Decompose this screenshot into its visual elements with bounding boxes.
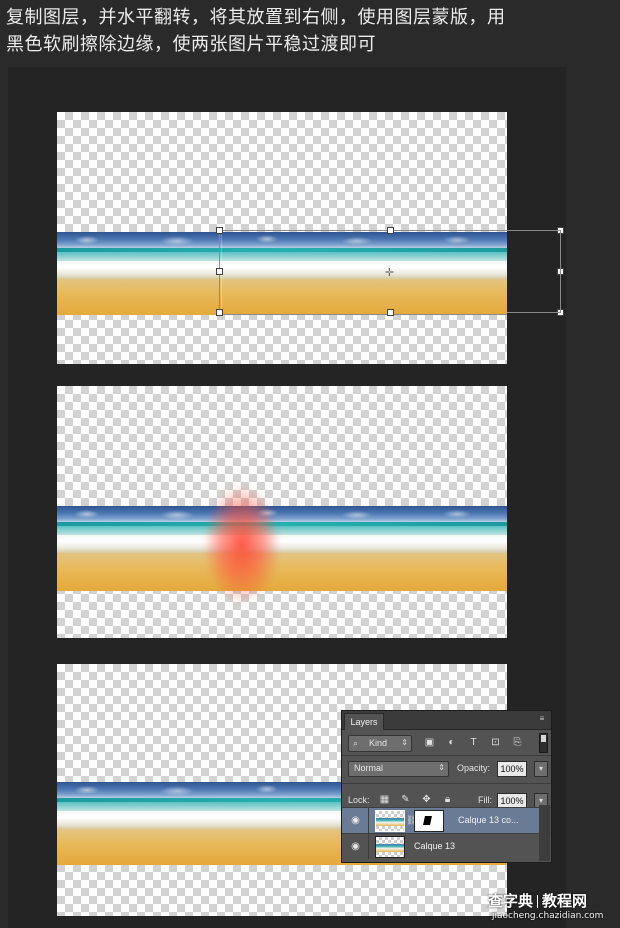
filter-toggle-switch[interactable] <box>539 733 548 753</box>
canvas-step-1[interactable]: ✛ <box>57 112 507 364</box>
opacity-label: Opacity: <box>457 763 491 773</box>
divider <box>342 755 551 756</box>
panel-menu-icon[interactable]: ≡ <box>537 714 547 724</box>
layer-row-calque-13-copy[interactable]: ◉ ⛓ Calque 13 co... <box>342 808 539 833</box>
divider <box>368 808 369 833</box>
blend-mode-value: Normal <box>354 763 384 773</box>
image-filter-icon[interactable]: ▣ <box>424 737 435 748</box>
layers-scrollbar[interactable] <box>539 805 550 861</box>
transform-handle-top-left[interactable] <box>216 227 223 234</box>
layers-panel: Layers ≡ ⌕ Kind ⇕ ▣ ◐ T ⊡ ⎘ Normal ⇕ Opa… <box>341 710 552 863</box>
divider <box>368 834 369 859</box>
beach-image-combined <box>57 506 507 591</box>
mask-link-icon[interactable]: ⛓ <box>406 814 417 826</box>
divider <box>342 783 551 784</box>
adjustment-filter-icon[interactable]: ◐ <box>446 737 457 748</box>
layer-name: Calque 13 co... <box>458 815 519 825</box>
layer-row-calque-13[interactable]: ◉ Calque 13 <box>342 834 539 859</box>
instruction-caption: 复制图层，并水平翻转，将其放置到右侧，使用图层蒙版，用 黑色软刷擦除边缘，使两张… <box>6 4 616 58</box>
smart-object-filter-icon[interactable]: ⎘ <box>512 737 523 748</box>
transform-handle-left[interactable] <box>216 268 223 275</box>
layer-thumbnail[interactable] <box>375 810 405 832</box>
visibility-eye-icon[interactable]: ◉ <box>350 815 361 826</box>
transform-edge-top-outer <box>507 230 560 231</box>
layer-name: Calque 13 <box>414 841 456 851</box>
transform-handle-bottom[interactable] <box>387 309 394 316</box>
tab-layers[interactable]: Layers <box>344 713 384 730</box>
lock-position-icon[interactable]: ✥ <box>421 794 432 805</box>
updown-arrows-icon: ⇕ <box>438 763 445 772</box>
transform-edge-bottom-outer <box>507 312 560 313</box>
updown-arrows-icon: ⇕ <box>401 738 408 747</box>
lock-label: Lock: <box>348 795 370 805</box>
search-icon: ⌕ <box>353 738 359 748</box>
mask-brush-stroke <box>202 484 282 604</box>
shape-filter-icon[interactable]: ⊡ <box>490 737 501 748</box>
layer-thumbnail[interactable] <box>375 836 405 858</box>
type-filter-icon[interactable]: T <box>468 737 479 748</box>
transform-bounding-box[interactable] <box>219 230 507 315</box>
filter-kind-label: Kind <box>369 738 388 748</box>
opacity-field[interactable]: 100% <box>497 761 527 777</box>
layer-mask-thumbnail[interactable] <box>414 810 444 832</box>
layers-panel-header: Layers ≡ <box>342 711 551 730</box>
lock-image-icon[interactable]: ✎ <box>400 794 411 805</box>
canvas-step-2[interactable] <box>57 386 507 638</box>
lock-all-icon[interactable]: 🔒︎ <box>442 794 453 805</box>
filter-kind-select[interactable]: ⌕ Kind ⇕ <box>348 735 412 752</box>
transform-handle-bottom-left[interactable] <box>216 309 223 316</box>
opacity-dropdown-icon[interactable]: ▾ <box>534 761 548 777</box>
blend-mode-select[interactable]: Normal ⇕ <box>348 761 449 777</box>
watermark-url: jiaocheng.chazidian.com <box>492 911 604 921</box>
lock-transparent-icon[interactable]: ▦ <box>379 794 390 805</box>
site-watermark: 查字典 教程网 jiaocheng.chazidian.com <box>488 890 620 928</box>
transform-center-icon[interactable]: ✛ <box>384 267 395 278</box>
transform-handle-top[interactable] <box>387 227 394 234</box>
fill-label: Fill: <box>478 795 492 805</box>
watermark-title: 查字典 教程网 <box>488 892 588 910</box>
caption-line-1: 复制图层，并水平翻转，将其放置到右侧，使用图层蒙版，用 <box>6 7 506 28</box>
visibility-eye-icon[interactable]: ◉ <box>350 841 361 852</box>
transform-edge-right-outer <box>560 230 561 313</box>
caption-line-2: 黑色软刷擦除边缘，使两张图片平稳过渡即可 <box>6 34 376 55</box>
